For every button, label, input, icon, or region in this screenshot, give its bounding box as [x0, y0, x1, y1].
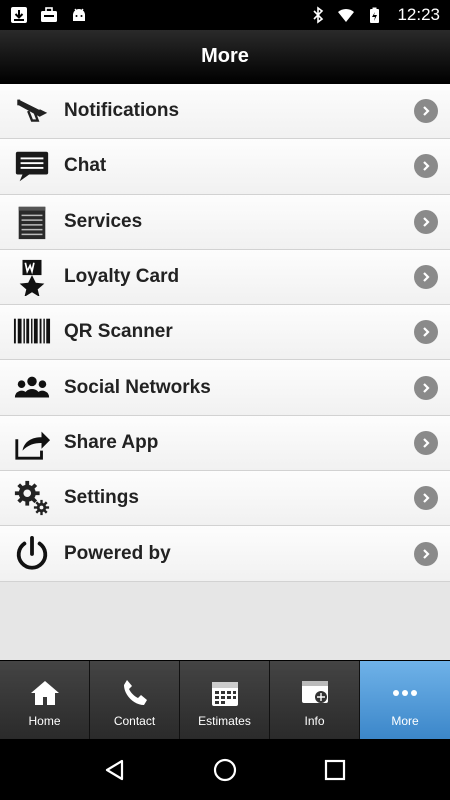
tab-label: Estimates: [198, 714, 251, 728]
share-arrow-icon: [12, 423, 52, 463]
battery-icon: [365, 6, 383, 24]
status-time: 12:23: [397, 5, 440, 24]
menu-item-notifications[interactable]: Notifications: [0, 84, 450, 140]
chevron-right-icon: [414, 320, 438, 345]
menu-item-social-networks[interactable]: Social Networks: [0, 360, 450, 416]
notepad-icon: [12, 202, 52, 242]
status-bar: 12:23: [0, 0, 450, 30]
back-icon[interactable]: [100, 755, 130, 785]
recents-icon[interactable]: [320, 755, 350, 785]
download-icon: [10, 6, 28, 24]
info-window-icon: [298, 676, 332, 710]
system-nav-bar: [0, 739, 450, 800]
menu-item-share-app[interactable]: Share App: [0, 415, 450, 472]
calendar-icon: [208, 676, 242, 710]
menu-item-settings[interactable]: Settings: [0, 471, 450, 527]
chevron-right-icon: [414, 486, 438, 511]
tab-label: Contact: [113, 714, 156, 728]
menu-item-services[interactable]: Services: [0, 194, 450, 250]
home-circle-icon[interactable]: [210, 755, 240, 785]
more-dots-icon: [388, 676, 422, 710]
wifi-icon: [337, 6, 355, 24]
chevron-right-icon: [414, 99, 438, 124]
phone-icon: [118, 676, 152, 710]
power-icon: [12, 534, 52, 574]
chevron-right-icon: [414, 209, 438, 234]
tab-more[interactable]: More: [360, 661, 450, 740]
menu-item-label: Notifications: [64, 100, 180, 122]
menu-item-powered-by[interactable]: Powered by: [0, 526, 450, 582]
app-header: More: [0, 30, 450, 84]
menu-item-label: Social Networks: [64, 376, 211, 398]
menu-item-label: Services: [64, 210, 143, 232]
menu-item-label: QR Scanner: [64, 321, 173, 343]
briefcase-icon: [40, 6, 58, 24]
people-icon: [12, 368, 52, 408]
tab-label: More: [391, 714, 419, 728]
chevron-right-icon: [414, 430, 438, 455]
chat-bubble-icon: [12, 146, 52, 186]
menu-item-label: Powered by: [64, 542, 171, 564]
chevron-right-icon: [414, 541, 438, 566]
bottom-tab-bar: Home Contact Estimates Info More: [0, 660, 450, 740]
menu-item-loyalty-card[interactable]: Loyalty Card: [0, 249, 450, 306]
tab-estimates[interactable]: Estimates: [180, 661, 270, 740]
chevron-right-icon: [414, 154, 438, 179]
loyalty-star-icon: [12, 257, 52, 297]
tab-home[interactable]: Home: [0, 661, 90, 740]
chevron-right-icon: [414, 375, 438, 400]
bluetooth-icon: [309, 6, 327, 24]
menu-item-label: Settings: [64, 487, 139, 509]
android-icon: [70, 6, 88, 24]
home-icon: [28, 676, 62, 710]
page-title: More: [201, 45, 249, 67]
tab-contact[interactable]: Contact: [90, 661, 180, 740]
menu-item-label: Loyalty Card: [64, 266, 180, 288]
barcode-icon: [12, 312, 52, 352]
more-menu-list: Notifications Chat Services Loyalty Card…: [0, 84, 450, 582]
tab-label: Info: [304, 714, 325, 728]
menu-item-label: Chat: [64, 155, 107, 177]
menu-item-qr-scanner[interactable]: QR Scanner: [0, 305, 450, 361]
megaphone-icon: [12, 91, 52, 131]
chevron-right-icon: [414, 265, 438, 290]
tab-info[interactable]: Info: [270, 661, 360, 740]
menu-item-label: Share App: [64, 431, 159, 453]
tab-label: Home: [28, 714, 61, 728]
menu-item-chat[interactable]: Chat: [0, 139, 450, 195]
gears-icon: [12, 478, 52, 518]
